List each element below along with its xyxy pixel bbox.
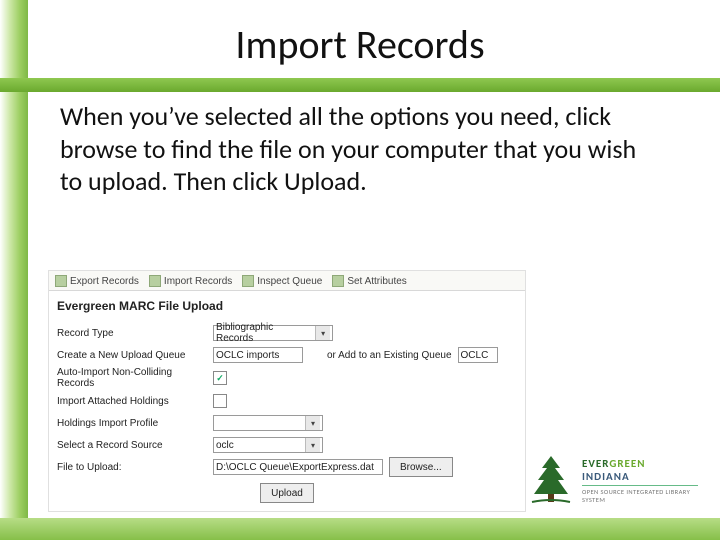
tab-label: Set Attributes <box>347 276 406 287</box>
record-source-select[interactable]: oclc ▾ <box>213 437 323 453</box>
select-value: oclc <box>216 440 234 451</box>
tab-inspect-queue[interactable]: Inspect Queue <box>242 275 322 287</box>
chevron-down-icon: ▾ <box>315 326 330 340</box>
slide-title: Import Records <box>0 20 720 69</box>
browse-button[interactable]: Browse... <box>389 457 453 477</box>
existing-queue-label: or Add to an Existing Queue <box>327 350 452 361</box>
logo-tagline: OPEN SOURCE INTEGRATED LIBRARY SYSTEM <box>582 485 698 504</box>
decor-top-band <box>0 78 720 92</box>
existing-queue-select[interactable]: OCLC <box>458 347 498 363</box>
upload-button[interactable]: Upload <box>260 483 314 503</box>
tab-label: Export Records <box>70 276 139 287</box>
tree-icon <box>528 454 574 506</box>
tab-label: Inspect Queue <box>257 276 322 287</box>
tab-import-records[interactable]: Import Records <box>149 275 232 287</box>
record-type-select[interactable]: Bibliographic Records ▾ <box>213 325 333 341</box>
doc-icon <box>332 275 344 287</box>
new-queue-label: Create a New Upload Queue <box>57 350 207 361</box>
tab-label: Import Records <box>164 276 232 287</box>
tab-set-attributes[interactable]: Set Attributes <box>332 275 406 287</box>
app-heading: Evergreen MARC File Upload <box>49 291 525 319</box>
select-value: Bibliographic Records <box>216 322 311 344</box>
evergreen-logo: EVERGREEN INDIANA OPEN SOURCE INTEGRATED… <box>528 450 698 510</box>
file-path-input[interactable]: D:\OCLC Queue\ExportExpress.dat <box>213 459 383 475</box>
chevron-down-icon: ▾ <box>305 416 320 430</box>
holdings-profile-label: Holdings Import Profile <box>57 418 207 429</box>
record-type-label: Record Type <box>57 328 207 339</box>
tab-export-records[interactable]: Export Records <box>55 275 139 287</box>
doc-icon <box>242 275 254 287</box>
select-value: OCLC <box>461 350 489 361</box>
new-queue-input[interactable]: OCLC imports <box>213 347 303 363</box>
import-holdings-checkbox[interactable] <box>213 394 227 408</box>
auto-import-label: Auto-Import Non-Colliding Records <box>57 367 207 389</box>
file-label: File to Upload: <box>57 462 207 473</box>
app-tab-bar: Export Records Import Records Inspect Qu… <box>49 271 525 291</box>
app-screenshot: Export Records Import Records Inspect Qu… <box>48 270 526 512</box>
slide-body: When you’ve selected all the options you… <box>60 100 660 198</box>
import-holdings-label: Import Attached Holdings <box>57 396 207 407</box>
record-source-label: Select a Record Source <box>57 440 207 451</box>
logo-wordmark: EVERGREEN INDIANA <box>582 457 698 483</box>
holdings-profile-select[interactable]: ▾ <box>213 415 323 431</box>
auto-import-checkbox[interactable]: ✓ <box>213 371 227 385</box>
chevron-down-icon: ▾ <box>305 438 320 452</box>
doc-icon <box>55 275 67 287</box>
doc-icon <box>149 275 161 287</box>
upload-form: Record Type Bibliographic Records ▾ Crea… <box>49 319 525 511</box>
decor-bottom-band <box>0 518 720 540</box>
